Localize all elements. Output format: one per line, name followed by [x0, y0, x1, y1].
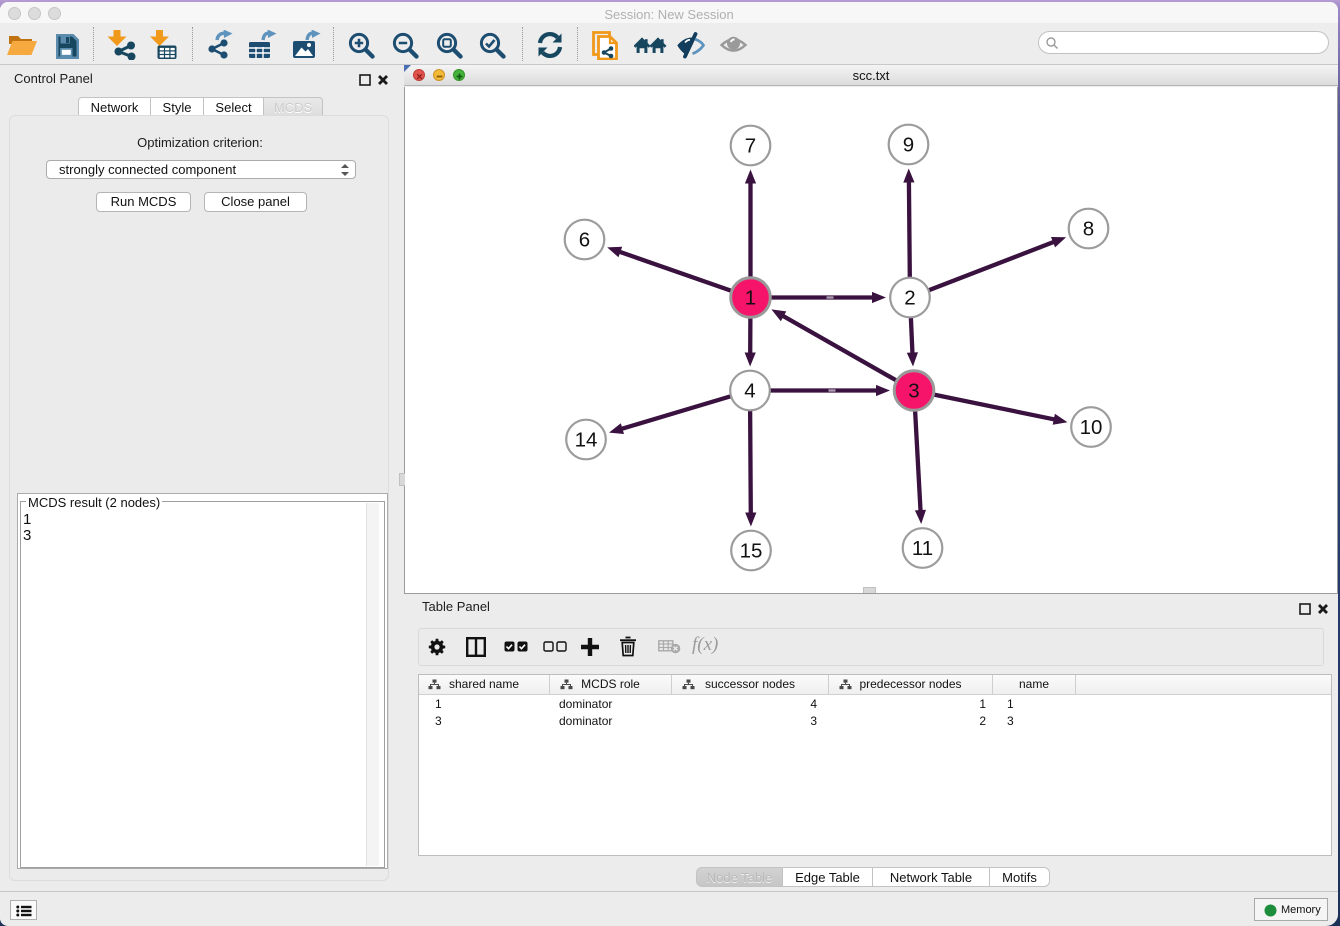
- svg-text:1: 1: [745, 287, 756, 310]
- svg-text:9: 9: [903, 134, 914, 157]
- svg-text:15: 15: [740, 540, 763, 563]
- svg-text:2: 2: [904, 287, 915, 310]
- svg-text:7: 7: [745, 135, 756, 158]
- svg-text:8: 8: [1083, 218, 1094, 241]
- svg-text:10: 10: [1080, 416, 1103, 439]
- svg-text:14: 14: [575, 429, 598, 452]
- svg-text:11: 11: [912, 537, 933, 560]
- svg-text:6: 6: [579, 229, 590, 252]
- svg-text:3: 3: [908, 380, 919, 403]
- svg-text:4: 4: [744, 380, 755, 403]
